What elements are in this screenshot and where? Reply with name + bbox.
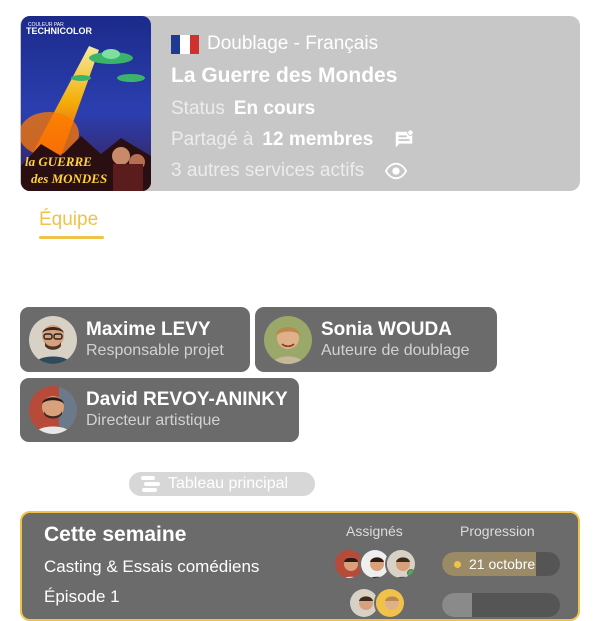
project-language: Doublage - Français xyxy=(207,33,379,54)
shared-value[interactable]: 12 membres xyxy=(262,129,373,151)
member-role: Auteure de doublage xyxy=(321,341,470,359)
member-role: Responsable projet xyxy=(86,341,224,359)
avatar xyxy=(385,548,417,580)
france-flag-icon xyxy=(171,34,199,54)
eye-icon[interactable] xyxy=(384,160,408,182)
status-label: Status xyxy=(171,97,225,119)
poster-image: COULEUR PAR TECHNICOLOR la GUERRE des MO… xyxy=(21,16,151,191)
board-label: Tableau principal xyxy=(168,475,289,492)
project-info: Doublage - Français La Guerre des Mondes… xyxy=(171,30,571,186)
poster-brand: TECHNICOLOR xyxy=(26,26,92,36)
progress-date: 21 octobre xyxy=(454,552,535,576)
member-card-sonia[interactable]: Sonia WOUDA Auteure de doublage xyxy=(255,307,497,372)
task-progress xyxy=(442,593,560,617)
member-name: Sonia WOUDA xyxy=(321,318,452,340)
week-title: Cette semaine xyxy=(44,523,187,546)
member-name: David REVOY-ANINKY xyxy=(86,389,288,410)
task-label[interactable]: Épisode 1 xyxy=(44,587,120,607)
task-progress: 21 octobre xyxy=(442,552,560,576)
project-title: La Guerre des Mondes xyxy=(171,64,398,87)
task-assignees[interactable] xyxy=(333,548,417,580)
status-value: En cours xyxy=(233,97,316,119)
project-poster[interactable]: COULEUR PAR TECHNICOLOR la GUERRE des MO… xyxy=(21,16,151,191)
tab-active-indicator xyxy=(39,236,104,239)
member-role: Directeur artistique xyxy=(86,412,221,429)
avatar xyxy=(29,315,77,364)
board-icon xyxy=(141,476,160,492)
shared-row: Partagé à 12 membres xyxy=(171,124,571,155)
avatar xyxy=(374,587,406,619)
poster-title-line1: la GUERRE xyxy=(25,154,92,169)
tab-equipe[interactable]: Équipe xyxy=(39,209,98,231)
progress-fill xyxy=(442,593,472,617)
poster-title-line2: des MONDES xyxy=(31,171,107,186)
member-card-david[interactable]: David REVOY-ANINKY Directeur artistique xyxy=(20,378,299,442)
avatar xyxy=(264,315,312,364)
shared-label: Partagé à xyxy=(171,128,254,150)
chat-icon[interactable] xyxy=(393,128,415,151)
services-label: 3 autres services actifs xyxy=(171,159,365,181)
status-row: Status En cours xyxy=(171,93,571,124)
language-row: Doublage - Français xyxy=(171,30,571,58)
services-row: 3 autres services actifs xyxy=(171,155,571,186)
task-assignees[interactable] xyxy=(348,587,406,619)
column-progress: Progression xyxy=(460,523,535,539)
online-status-dot xyxy=(407,569,415,577)
task-label[interactable]: Casting & Essais comédiens xyxy=(44,557,259,577)
member-name: Maxime LEVY xyxy=(86,318,211,340)
avatar xyxy=(29,386,77,434)
week-panel: Cette semaine Assignés Progression Casti… xyxy=(20,511,580,621)
member-card-maxime[interactable]: Maxime LEVY Responsable projet xyxy=(20,307,250,372)
column-assignees: Assignés xyxy=(346,523,403,539)
board-selector[interactable]: Tableau principal xyxy=(129,472,315,496)
